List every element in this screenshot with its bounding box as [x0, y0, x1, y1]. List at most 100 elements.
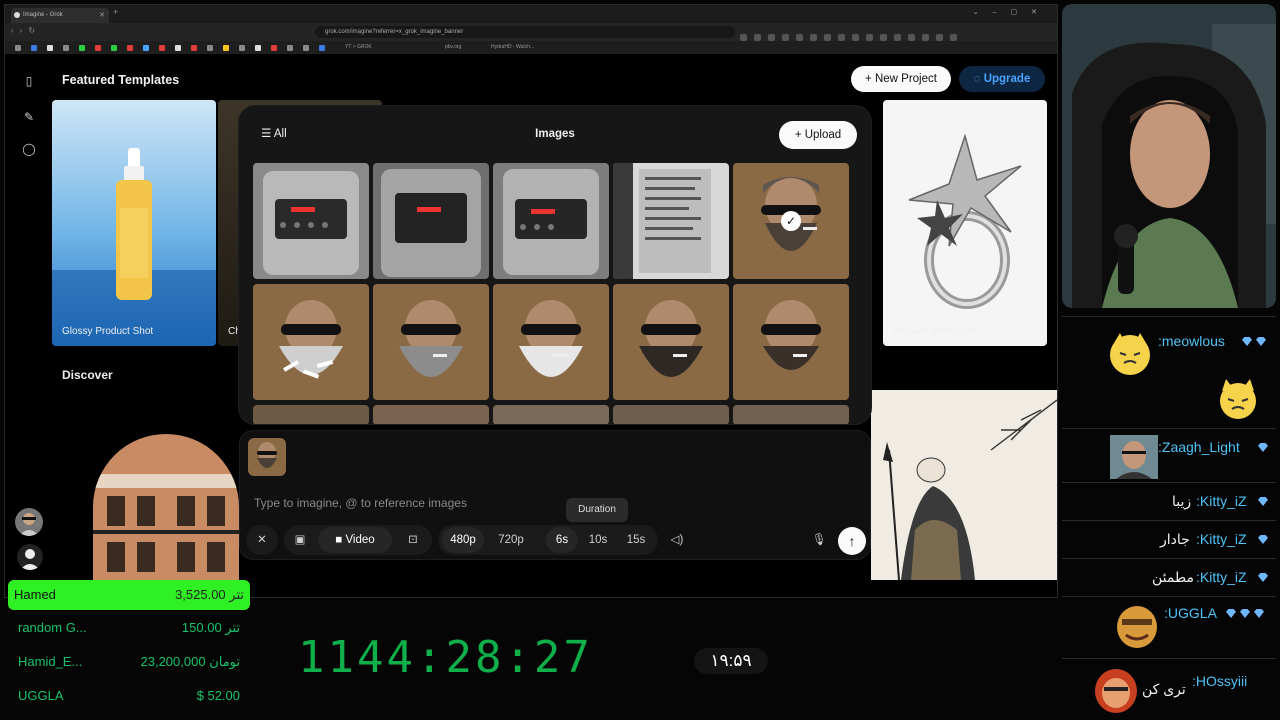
image-thumb[interactable] [253, 163, 369, 279]
bearded-man-image [733, 284, 849, 400]
window-controls[interactable]: ⌄–▢✕ [973, 8, 1051, 16]
send-button[interactable]: ↑ [838, 527, 866, 555]
pressure-cooker-image [253, 163, 369, 279]
close-icon[interactable]: ✕ [246, 527, 278, 553]
image-thumb-selected[interactable]: ✓ [733, 163, 849, 279]
avatar[interactable] [15, 508, 43, 536]
url-field[interactable]: grok.com/imagine?referrer=x_grok_imagine… [315, 26, 735, 38]
image-thumb[interactable] [613, 405, 729, 424]
new-project-button[interactable]: + New Project [851, 66, 951, 92]
bookmark-icon[interactable] [15, 45, 21, 51]
bookmark-icon[interactable] [47, 45, 53, 51]
donation-amount: 150.00 تتر [181, 620, 240, 635]
donation-row: UGGLA $ 52.00 [8, 681, 250, 711]
bookmark-icon[interactable] [239, 45, 245, 51]
resolution-720p-button[interactable]: 720p [490, 527, 532, 553]
image-thumb[interactable] [373, 163, 489, 279]
bookmark-hydrahd[interactable]: HydraHD - Watch... [491, 41, 534, 54]
chat-username[interactable]: :Kitty_iZ [1196, 569, 1247, 585]
diamond-badge-icon [1240, 609, 1250, 618]
bookmark-icon[interactable] [319, 45, 325, 51]
chat-username[interactable]: :meowlous [1158, 333, 1225, 349]
upload-button[interactable]: + Upload [779, 121, 857, 149]
video-camera-icon: ■ [335, 534, 346, 546]
sound-icon[interactable]: ◁) [664, 527, 690, 553]
browser-tab[interactable]: Imagine - Grok ✕ [11, 8, 109, 23]
bookmark-icon[interactable] [255, 45, 261, 51]
template-card-glossy[interactable]: Glossy Product Shot [52, 100, 216, 346]
template-card-product-showcase[interactable]: Product Showcase [883, 100, 1047, 346]
duration-6s-button[interactable]: 6s [546, 527, 578, 553]
bookmark-pbv[interactable]: pbv.org [445, 41, 461, 54]
user-avatar[interactable] [17, 544, 43, 570]
bookmarks-bar: YT > GROK pbv.org HydraHD - Watch... [5, 41, 1057, 54]
chat-username[interactable]: :Kitty_iZ [1196, 493, 1247, 509]
bookmark-icon[interactable] [207, 45, 213, 51]
image-thumb[interactable] [493, 405, 609, 424]
bookmark-icon[interactable] [143, 45, 149, 51]
image-thumb[interactable] [493, 163, 609, 279]
new-tab-icon[interactable]: + [113, 7, 118, 17]
bookmark-icon[interactable] [159, 45, 165, 51]
bookmark-icon[interactable] [287, 45, 293, 51]
reference-image-thumb[interactable] [248, 438, 286, 476]
prompt-input[interactable]: Type to imagine, @ to reference images [254, 496, 467, 510]
discover-card-warrior[interactable] [871, 390, 1057, 580]
video-mode-button[interactable]: ■ Video [318, 527, 392, 553]
bookmark-icon[interactable] [175, 45, 181, 51]
sidebar-toggle-icon[interactable]: ▯ [22, 74, 36, 88]
chat-message: زیبا :Kitty_iZ [1062, 482, 1276, 520]
image-thumb[interactable] [613, 163, 729, 279]
bookmark-icon[interactable] [191, 45, 197, 51]
image-thumb[interactable] [493, 284, 609, 400]
ring-image [908, 133, 1022, 309]
bookmark-icon[interactable] [63, 45, 69, 51]
chat-message: مطمئن :Kitty_iZ [1062, 558, 1276, 596]
chat-message: جادار :Kitty_iZ [1062, 520, 1276, 558]
chat-icon[interactable]: ◯ [22, 142, 36, 156]
donor-name: Hamid_E... [18, 654, 83, 669]
manual-label-image [613, 163, 729, 279]
bookmark-yt-grok[interactable]: YT > GROK [345, 41, 372, 54]
bookmark-icon[interactable] [95, 45, 101, 51]
bookmark-icon[interactable] [223, 45, 229, 51]
pressure-cooker-image [373, 163, 489, 279]
bookmark-icon[interactable] [127, 45, 133, 51]
discover-card-building[interactable] [93, 434, 239, 584]
chat-username[interactable]: :Zaagh_Light [1158, 439, 1240, 455]
image-thumb[interactable] [373, 284, 489, 400]
resolution-480p-button[interactable]: 480p [442, 527, 484, 553]
chat-username[interactable]: :UGGLA [1164, 605, 1217, 621]
warrior-painting-image [871, 390, 1057, 580]
image-grid: ✓ [253, 163, 857, 424]
nav-buttons[interactable]: ‹›↻ [11, 26, 41, 35]
image-thumb[interactable] [733, 284, 849, 400]
custom-mode-icon[interactable]: ⊡ [400, 527, 426, 553]
image-thumb[interactable] [613, 284, 729, 400]
extension-icons[interactable] [740, 28, 1020, 41]
image-thumb[interactable] [733, 405, 849, 424]
upgrade-button[interactable]: ◌ Upgrade [959, 66, 1045, 92]
bearded-man-image [613, 284, 729, 400]
chat-message: تری کن :HOssyiii [1062, 658, 1276, 720]
bearded-man-image [253, 284, 369, 400]
image-mode-icon[interactable]: ▣ [288, 527, 312, 553]
bookmark-icon[interactable] [79, 45, 85, 51]
image-thumb[interactable] [253, 405, 369, 424]
close-tab-icon[interactable]: ✕ [99, 8, 105, 23]
chat-username[interactable]: :Kitty_iZ [1196, 531, 1247, 547]
address-bar: ‹›↻ grok.com/imagine?referrer=x_grok_ima… [5, 23, 1057, 41]
duration-15s-button[interactable]: 15s [620, 527, 652, 553]
bookmark-icon[interactable] [303, 45, 309, 51]
chat-username[interactable]: :HOssyiii [1192, 673, 1247, 689]
bookmark-icon[interactable] [111, 45, 117, 51]
image-thumb[interactable] [253, 284, 369, 400]
duration-10s-button[interactable]: 10s [582, 527, 614, 553]
donation-amount: 3,525.00 تتر [175, 587, 244, 602]
microphone-icon[interactable]: 🎙︎ [806, 527, 832, 553]
edit-icon[interactable]: ✎ [22, 110, 36, 124]
image-thumb[interactable] [373, 405, 489, 424]
plus-icon: + [794, 129, 805, 141]
bookmark-icon[interactable] [31, 45, 37, 51]
bookmark-icon[interactable] [271, 45, 277, 51]
